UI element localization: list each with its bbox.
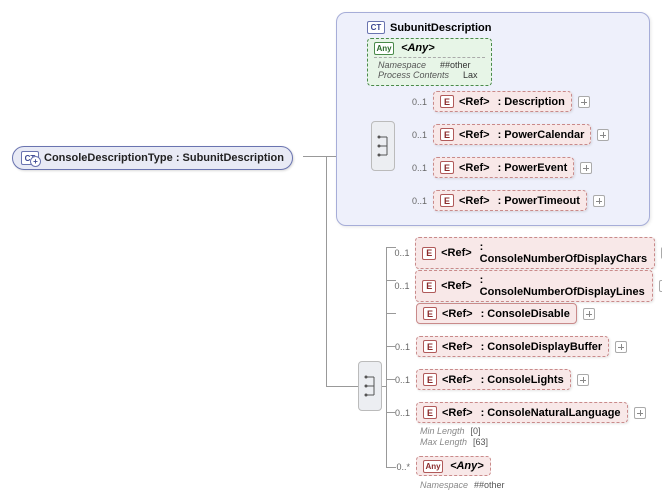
connector-line <box>386 379 396 380</box>
meta-value: [63] <box>473 437 488 447</box>
e-icon: E <box>423 340 437 353</box>
connector-line <box>382 386 386 387</box>
occurrence: 0..1 <box>407 163 427 173</box>
occurrence: 0..1 <box>407 196 427 206</box>
schema-element[interactable]: 0..1 E <Ref> : PowerCalendar <box>407 124 609 145</box>
e-icon: E <box>423 406 437 419</box>
type-label: : ConsoleLights <box>481 374 564 386</box>
connector-line <box>386 467 396 468</box>
connector-line <box>386 247 396 248</box>
connector-line <box>326 156 327 386</box>
schema-element[interactable]: 0..1 E <Ref> : ConsoleNumberOfDisplayLines <box>390 270 662 302</box>
expand-icon[interactable] <box>580 162 592 174</box>
meta-value: ##other <box>440 60 471 70</box>
root-complex-type[interactable]: CT ConsoleDescriptionType : SubunitDescr… <box>12 146 293 170</box>
ref-label: <Ref> <box>459 96 490 108</box>
type-label: : ConsoleNaturalLanguage <box>481 407 621 419</box>
schema-element[interactable]: 0..1 E <Ref> : PowerTimeout <box>407 190 605 211</box>
ref-label: <Ref> <box>442 407 473 419</box>
expand-icon[interactable] <box>597 129 609 141</box>
group-title: CT SubunitDescription <box>367 21 641 34</box>
schema-element[interactable]: 0..1 E<Ref>: ConsoleDisplayBuffer <box>390 336 627 357</box>
schema-element[interactable]: E <Ref> : ConsoleDisable <box>390 303 595 324</box>
e-icon: E <box>423 307 437 320</box>
ref-label: <Ref> <box>459 195 490 207</box>
ct-icon: CT <box>21 151 39 165</box>
connector-line <box>326 386 358 387</box>
type-label: : ConsoleNumberOfDisplayChars <box>480 241 649 265</box>
occurrence: 0..1 <box>390 281 409 291</box>
meta-key: Namespace <box>378 60 426 70</box>
schema-element[interactable]: 0..1 E <Ref> : PowerEvent <box>407 157 592 178</box>
any-icon: Any <box>423 460 443 473</box>
meta-key: Namespace <box>420 480 468 490</box>
any-element[interactable]: 0..* Any <Any> <box>390 456 491 478</box>
e-icon: E <box>440 128 454 141</box>
ref-label: <Ref> <box>441 280 472 292</box>
group-title-text: SubunitDescription <box>390 22 491 34</box>
sequence-connector <box>358 361 382 411</box>
ref-label: <Ref> <box>441 247 472 259</box>
schema-diagram: CT ConsoleDescriptionType : SubunitDescr… <box>8 8 654 495</box>
any-meta: Namespace ##other Process Contents Lax <box>374 57 485 82</box>
occurrence: 0..1 <box>390 248 409 258</box>
meta-key: Process Contents <box>378 70 449 80</box>
connector-line <box>386 412 396 413</box>
subunit-description-group: CT SubunitDescription Any <Any> Namespac… <box>336 12 650 226</box>
schema-element[interactable]: 0..1 E<Ref>: ConsoleLights <box>390 369 589 390</box>
type-label: : Description <box>498 96 565 108</box>
e-icon: E <box>422 247 436 260</box>
meta-value: [0] <box>471 426 481 436</box>
expand-icon[interactable] <box>583 308 595 320</box>
e-icon: E <box>422 280 436 293</box>
ref-label: <Ref> <box>442 374 473 386</box>
schema-element[interactable]: 0..1 E <Ref> : ConsoleNumberOfDisplayChars <box>390 237 662 269</box>
any-block[interactable]: Any <Any> Namespace ##other Process Conte… <box>367 38 492 86</box>
any-icon: Any <box>374 42 394 55</box>
connector-line <box>386 313 396 314</box>
type-label: : PowerTimeout <box>498 195 580 207</box>
e-icon: E <box>440 95 454 108</box>
any-meta: Namespace ##other <box>420 480 505 491</box>
expand-icon[interactable] <box>577 374 589 386</box>
meta-value: Lax <box>463 70 478 80</box>
connector-line <box>386 280 396 281</box>
meta-key: Max Length <box>420 437 467 447</box>
any-label: <Any> <box>401 42 435 54</box>
type-label: : PowerCalendar <box>498 129 585 141</box>
ref-label: <Ref> <box>459 162 490 174</box>
e-icon: E <box>423 373 437 386</box>
meta-key: Min Length <box>420 426 465 436</box>
ref-label: <Ref> <box>442 341 473 353</box>
type-label: : ConsoleNumberOfDisplayLines <box>480 274 646 298</box>
e-icon: E <box>440 194 454 207</box>
connector-line <box>386 346 396 347</box>
e-icon: E <box>440 161 454 174</box>
expand-icon[interactable] <box>578 96 590 108</box>
type-label: : ConsoleDisable <box>481 308 570 320</box>
expand-icon[interactable] <box>615 341 627 353</box>
ct-icon: CT <box>367 21 385 34</box>
length-constraints: Min Length [0] Max Length [63] <box>420 426 488 448</box>
expand-icon[interactable] <box>634 407 646 419</box>
root-label: ConsoleDescriptionType : SubunitDescript… <box>44 152 284 164</box>
any-label: <Any> <box>450 460 484 472</box>
meta-value: ##other <box>474 480 505 490</box>
ref-label: <Ref> <box>459 129 490 141</box>
expand-icon[interactable] <box>593 195 605 207</box>
occurrence: 0..1 <box>407 97 427 107</box>
ref-label: <Ref> <box>442 308 473 320</box>
type-label: : PowerEvent <box>498 162 568 174</box>
sequence-connector <box>371 121 395 171</box>
type-label: : ConsoleDisplayBuffer <box>481 341 603 353</box>
occurrence: 0..1 <box>407 130 427 140</box>
schema-element[interactable]: 0..1 E <Ref> : Description <box>407 91 590 112</box>
connector-line <box>303 156 336 157</box>
schema-element[interactable]: 0..1 E<Ref>: ConsoleNaturalLanguage <box>390 402 646 423</box>
